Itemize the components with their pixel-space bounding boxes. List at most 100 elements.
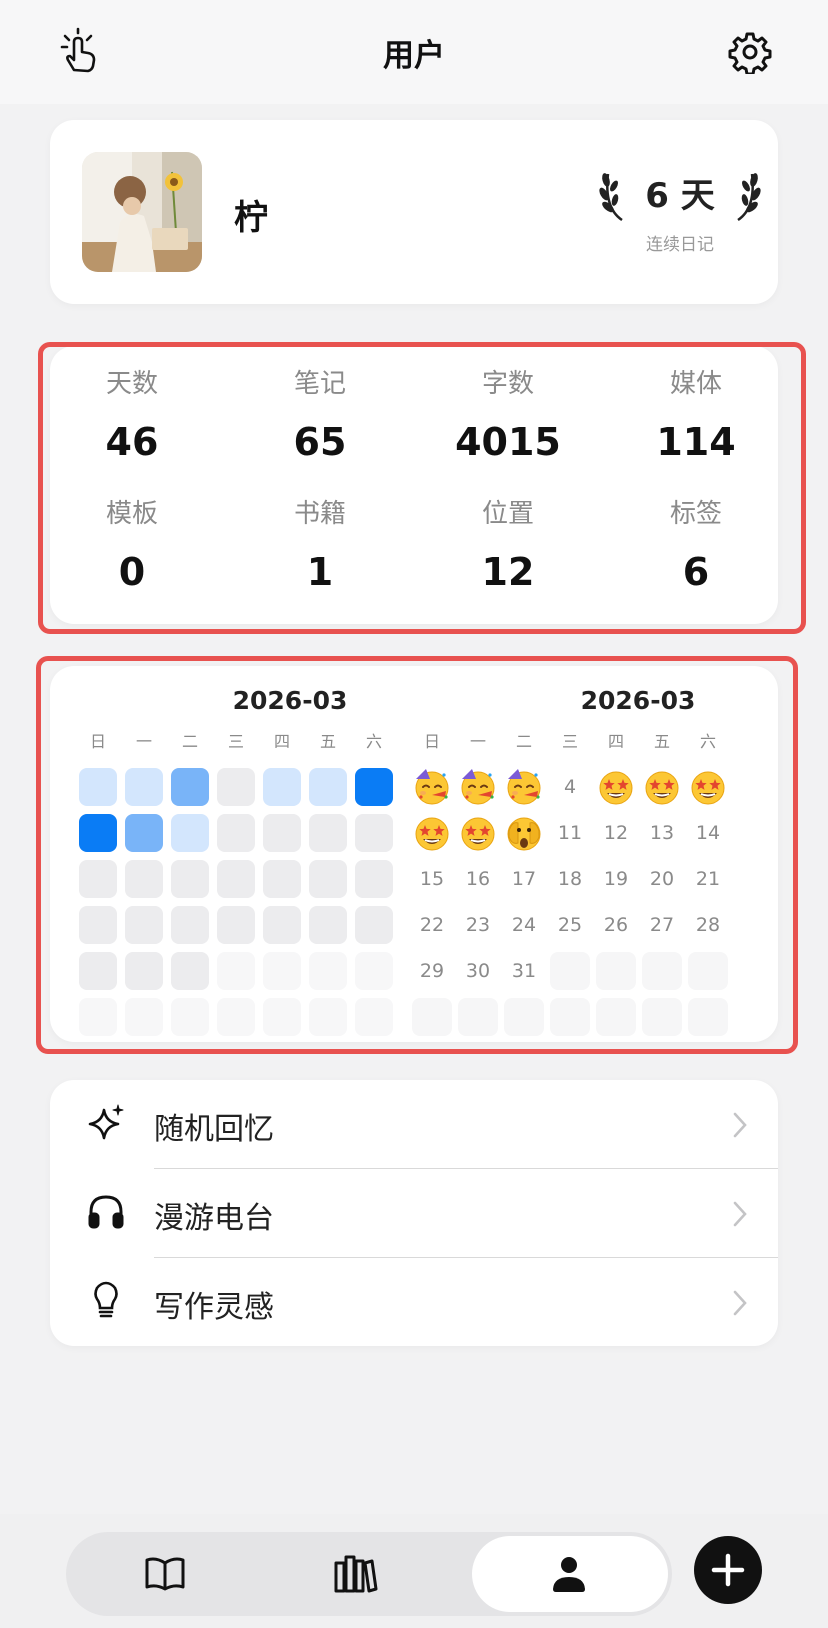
heatmap-cell[interactable]: [79, 952, 117, 990]
heatmap-cell[interactable]: [125, 814, 163, 852]
calendar-day[interactable]: 11: [550, 813, 590, 853]
heatmap-cell[interactable]: [171, 952, 209, 990]
weekday-label: 五: [319, 732, 336, 751]
heatmap-cell[interactable]: [309, 814, 347, 852]
calendar-day[interactable]: 4: [550, 767, 590, 807]
library-icon[interactable]: [332, 1551, 378, 1597]
heatmap-cell: [309, 952, 347, 990]
calendar-day[interactable]: 16: [458, 859, 498, 899]
stat-label: 字数: [481, 369, 534, 399]
stat-label: 书籍: [293, 499, 346, 529]
heatmap-cell[interactable]: [171, 814, 209, 852]
heatmap-cell[interactable]: [171, 860, 209, 898]
calendar-day[interactable]: 21: [688, 859, 728, 899]
calendar-day[interactable]: 24: [504, 905, 544, 945]
gear-icon[interactable]: [728, 30, 772, 74]
headphones-icon: [88, 1195, 124, 1229]
calendar-day[interactable]: 22: [412, 905, 452, 945]
calendar-day[interactable]: 31: [504, 951, 544, 991]
weekday-label: 一: [135, 732, 152, 751]
empty-day-cell: [642, 998, 682, 1036]
heatmap-cell[interactable]: [217, 860, 255, 898]
star-struck-icon[interactable]: [458, 813, 498, 853]
stat-templates[interactable]: 模板 0: [52, 496, 212, 592]
stat-media[interactable]: 媒体 114: [616, 366, 776, 462]
user-icon[interactable]: [546, 1551, 592, 1597]
calendar-day[interactable]: 14: [688, 813, 728, 853]
party-face-icon[interactable]: [504, 767, 544, 807]
avatar[interactable]: [82, 152, 202, 272]
heatmap-cell[interactable]: [355, 814, 393, 852]
heatmap-cell[interactable]: [263, 814, 301, 852]
heatmap-cell[interactable]: [309, 860, 347, 898]
heatmap-cell[interactable]: [125, 952, 163, 990]
heatmap-cell: [263, 998, 301, 1036]
stat-label: 模板: [105, 499, 158, 529]
calendar-day[interactable]: 19: [596, 859, 636, 899]
heatmap-cell[interactable]: [263, 860, 301, 898]
star-struck-icon[interactable]: [642, 767, 682, 807]
heatmap-cell[interactable]: [79, 906, 117, 944]
calendar-day[interactable]: 20: [642, 859, 682, 899]
stat-value: 6: [682, 550, 710, 594]
calendar-day[interactable]: 26: [596, 905, 636, 945]
heatmap-month: 2026-03: [232, 686, 348, 715]
heatmap-cell[interactable]: [217, 906, 255, 944]
stat-books[interactable]: 书籍 1: [240, 496, 400, 592]
stat-words[interactable]: 字数 4015: [428, 366, 588, 462]
stat-days[interactable]: 天数 46: [52, 366, 212, 462]
heatmap-cell[interactable]: [263, 906, 301, 944]
heatmap-cell[interactable]: [217, 814, 255, 852]
plus-icon: [711, 1553, 745, 1587]
heatmap-cell[interactable]: [171, 768, 209, 806]
menu-item-random-memory[interactable]: 随机回忆: [50, 1080, 778, 1168]
add-entry-button[interactable]: [694, 1536, 762, 1604]
party-face-icon[interactable]: [458, 767, 498, 807]
star-struck-icon[interactable]: [412, 813, 452, 853]
stat-locations[interactable]: 位置 12: [428, 496, 588, 592]
menu-item-roaming-radio[interactable]: 漫游电台: [50, 1169, 778, 1257]
heatmap-cell[interactable]: [309, 768, 347, 806]
calendar-day[interactable]: 23: [458, 905, 498, 945]
heatmap-cell[interactable]: [309, 906, 347, 944]
peeking-face-icon[interactable]: [504, 813, 544, 853]
calendar-day[interactable]: 29: [412, 951, 452, 991]
heatmap-cell: [171, 998, 209, 1036]
heatmap-cell[interactable]: [125, 768, 163, 806]
heatmap-cell[interactable]: [263, 768, 301, 806]
calendar-day[interactable]: 17: [504, 859, 544, 899]
calendar-day[interactable]: 15: [412, 859, 452, 899]
empty-day-cell: [596, 952, 636, 990]
calendar-day[interactable]: 25: [550, 905, 590, 945]
stat-notes[interactable]: 笔记 65: [240, 366, 400, 462]
star-struck-icon[interactable]: [688, 767, 728, 807]
heatmap-cell[interactable]: [79, 768, 117, 806]
heatmap-cell[interactable]: [355, 906, 393, 944]
calendar-day[interactable]: 28: [688, 905, 728, 945]
calendar-day[interactable]: 12: [596, 813, 636, 853]
calendar-day[interactable]: 18: [550, 859, 590, 899]
stat-tags[interactable]: 标签 6: [616, 496, 776, 592]
profile-card[interactable]: 柠 6 天 连续日记: [50, 120, 778, 304]
calendar-day[interactable]: 30: [458, 951, 498, 991]
book-icon[interactable]: [142, 1551, 188, 1597]
calendar-day[interactable]: 13: [642, 813, 682, 853]
heatmap-cell[interactable]: [355, 768, 393, 806]
weekday-label: 二: [181, 732, 198, 751]
heatmap-cell[interactable]: [217, 768, 255, 806]
heatmap-cell[interactable]: [79, 814, 117, 852]
heatmap-cell[interactable]: [125, 906, 163, 944]
stat-value: 46: [105, 420, 159, 464]
menu-item-writing-inspiration[interactable]: 写作灵感: [50, 1258, 778, 1346]
heatmap-cell[interactable]: [355, 860, 393, 898]
tab-pill: [66, 1532, 672, 1616]
star-struck-icon[interactable]: [596, 767, 636, 807]
empty-day-cell: [504, 998, 544, 1036]
heatmap-cell[interactable]: [125, 860, 163, 898]
heatmap-cell[interactable]: [171, 906, 209, 944]
top-bar: 用户: [0, 0, 828, 104]
heatmap-cell[interactable]: [79, 860, 117, 898]
party-face-icon[interactable]: [412, 767, 452, 807]
stat-value: 114: [656, 420, 736, 464]
calendar-day[interactable]: 27: [642, 905, 682, 945]
